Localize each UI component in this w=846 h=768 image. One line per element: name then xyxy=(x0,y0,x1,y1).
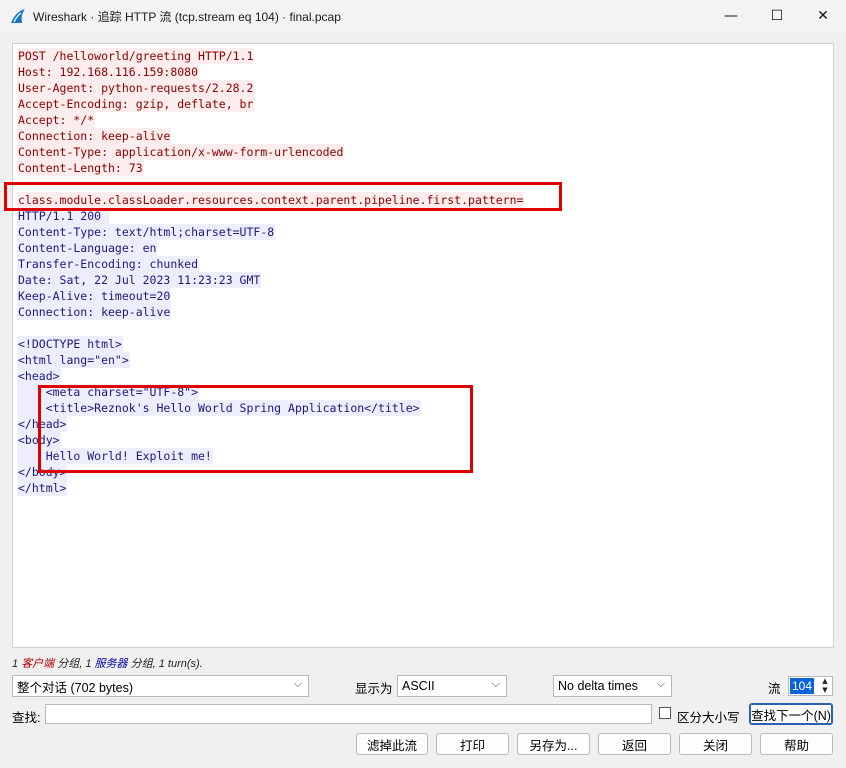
stream-line-server: Content-Type: text/html;charset=UTF-8 xyxy=(17,224,276,240)
find-next-button[interactable]: 查找下一个(N) xyxy=(749,703,833,725)
show-as-value: ASCII xyxy=(402,679,435,693)
highlight-box-payload xyxy=(4,182,562,211)
stream-number-spinbox[interactable]: 104 ▲ ▼ xyxy=(788,676,833,696)
stream-content-pane[interactable]: POST /helloworld/greeting HTTP/1.1 Host: … xyxy=(12,43,834,648)
stream-line-client: Connection: keep-alive xyxy=(17,128,172,144)
stream-line-server: <!DOCTYPE html> xyxy=(17,336,123,352)
filter-out-stream-button[interactable]: 滤掉此流 xyxy=(356,733,428,755)
stream-label: 流 xyxy=(768,682,781,696)
conversation-select[interactable]: 整个对话 (702 bytes) ⌵ xyxy=(12,675,309,697)
stream-blank-line xyxy=(17,320,19,336)
stream-line-client: POST /helloworld/greeting HTTP/1.1 xyxy=(17,48,255,64)
stream-line-server: Transfer-Encoding: chunked xyxy=(17,256,200,272)
stream-line-client: Accept-Encoding: gzip, deflate, br xyxy=(17,96,255,112)
save-as-button[interactable]: 另存为... xyxy=(517,733,590,755)
summary-packets-text-2: 分组, xyxy=(127,658,159,670)
print-button[interactable]: 打印 xyxy=(436,733,509,755)
help-button[interactable]: 帮助 xyxy=(760,733,833,755)
stream-line-server: Keep-Alive: timeout=20 xyxy=(17,288,172,304)
maximize-icon[interactable]: ☐ xyxy=(754,0,800,32)
stream-line-server: <html lang="en"> xyxy=(17,352,130,368)
minimize-icon[interactable]: — xyxy=(708,0,754,32)
case-sensitive-checkbox[interactable] xyxy=(659,707,671,719)
chevron-down-icon: ⌵ xyxy=(293,678,302,690)
wireshark-fin-icon xyxy=(11,9,25,23)
show-as-select[interactable]: ASCII ⌵ xyxy=(397,675,507,697)
server-label: 服务器 xyxy=(94,658,128,670)
delta-times-select[interactable]: No delta times ⌵ xyxy=(553,675,672,697)
close-icon[interactable]: ✕ xyxy=(800,0,846,32)
stream-line-server: Connection: keep-alive xyxy=(17,304,172,320)
client-packet-count: 1 xyxy=(12,658,19,670)
server-packet-count: 1 xyxy=(85,658,92,670)
stream-line-client: Accept: */* xyxy=(17,112,96,128)
chevron-down-icon: ⌵ xyxy=(656,678,665,690)
stream-line-server: </html> xyxy=(17,480,68,496)
stream-line-client: Content-Type: application/x-www-form-url… xyxy=(17,144,345,160)
stream-line-client: Content-Length: 73 xyxy=(17,160,144,176)
turns-text: 1 turn(s). xyxy=(158,658,203,670)
stream-line-client: User-Agent: python-requests/2.28.2 xyxy=(17,80,255,96)
stream-line-server: <head> xyxy=(17,368,61,384)
stream-line-server: Content-Language: en xyxy=(17,240,158,256)
title-bar: Wireshark · 追踪 HTTP 流 (tcp.stream eq 104… xyxy=(0,0,846,32)
stream-number-value[interactable]: 104 xyxy=(790,678,815,694)
conversation-select-value: 整个对话 (702 bytes) xyxy=(17,680,134,695)
spin-arrows-icon[interactable]: ▲ ▼ xyxy=(820,677,830,695)
case-sensitive-label: 区分大小写 xyxy=(677,711,740,725)
window-title: Wireshark · 追踪 HTTP 流 (tcp.stream eq 104… xyxy=(33,9,341,24)
summary-packets-text-1: 分组, xyxy=(54,658,86,670)
find-label: 查找: xyxy=(12,711,41,725)
delta-times-value: No delta times xyxy=(558,679,638,693)
find-input[interactable] xyxy=(45,704,652,724)
show-as-label: 显示为 xyxy=(355,682,393,696)
stream-line-client: Host: 192.168.116.159:8080 xyxy=(17,64,200,80)
back-button[interactable]: 返回 xyxy=(598,733,671,755)
window-controls: — ☐ ✕ xyxy=(708,0,846,32)
chevron-down-icon: ⌵ xyxy=(491,678,500,690)
client-label: 客户端 xyxy=(21,658,55,670)
stream-line-server: Date: Sat, 22 Jul 2023 11:23:23 GMT xyxy=(17,272,262,288)
highlight-box-response-body xyxy=(38,385,473,473)
close-button[interactable]: 关闭 xyxy=(679,733,752,755)
stream-summary: 1 客户端 分组, 1 服务器 分组, 1 turn(s). xyxy=(12,655,203,671)
